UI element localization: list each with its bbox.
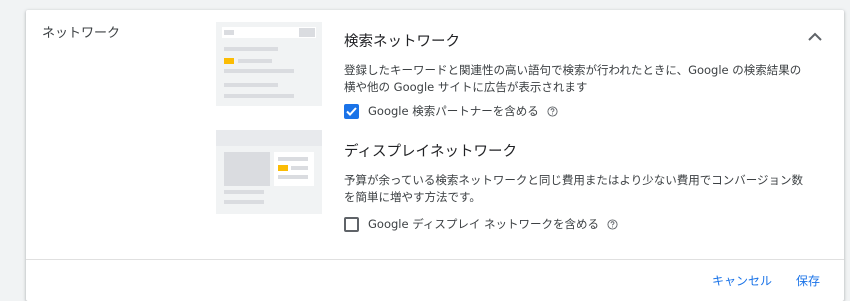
display-network-title: ディスプレイネットワーク	[344, 144, 517, 160]
display-network-illustration	[216, 130, 322, 214]
search-partners-checkbox[interactable]	[344, 103, 359, 119]
checkmark-icon	[346, 106, 357, 116]
search-network-option: 検索ネットワーク 登録したキーワードと関連性の高い語句で検索が行われたときに、G…	[216, 20, 816, 130]
network-settings-card: ネットワーク 検索ネットワーク 登録したキーワードと関連性の高い語句で検索が行わ…	[26, 10, 844, 301]
display-network-checkbox-row[interactable]: Google ディスプレイ ネットワークを含める	[344, 216, 618, 232]
search-network-illustration	[216, 22, 322, 106]
display-network-option: ディスプレイネットワーク 予算が余っている検索ネットワークと同じ費用またはより少…	[216, 130, 816, 240]
save-button[interactable]: 保存	[796, 272, 820, 289]
footer-divider	[26, 259, 844, 260]
display-network-description: 予算が余っている検索ネットワークと同じ費用またはより少ない費用でコンバージョン数…	[344, 173, 803, 204]
search-partners-label: Google 検索パートナーを含める	[368, 104, 539, 118]
search-network-title: 検索ネットワーク	[344, 34, 460, 50]
display-network-checkbox[interactable]	[344, 216, 359, 232]
section-label: ネットワーク	[42, 26, 121, 41]
help-icon[interactable]	[547, 105, 558, 117]
display-network-label: Google ディスプレイ ネットワークを含める	[368, 217, 600, 231]
help-icon[interactable]	[607, 218, 618, 230]
search-network-description: 登録したキーワードと関連性の高い語句で検索が行われたときに、Google の検索…	[344, 63, 802, 94]
search-partners-checkbox-row[interactable]: Google 検索パートナーを含める	[344, 103, 558, 119]
cancel-button[interactable]: キャンセル	[712, 272, 772, 289]
